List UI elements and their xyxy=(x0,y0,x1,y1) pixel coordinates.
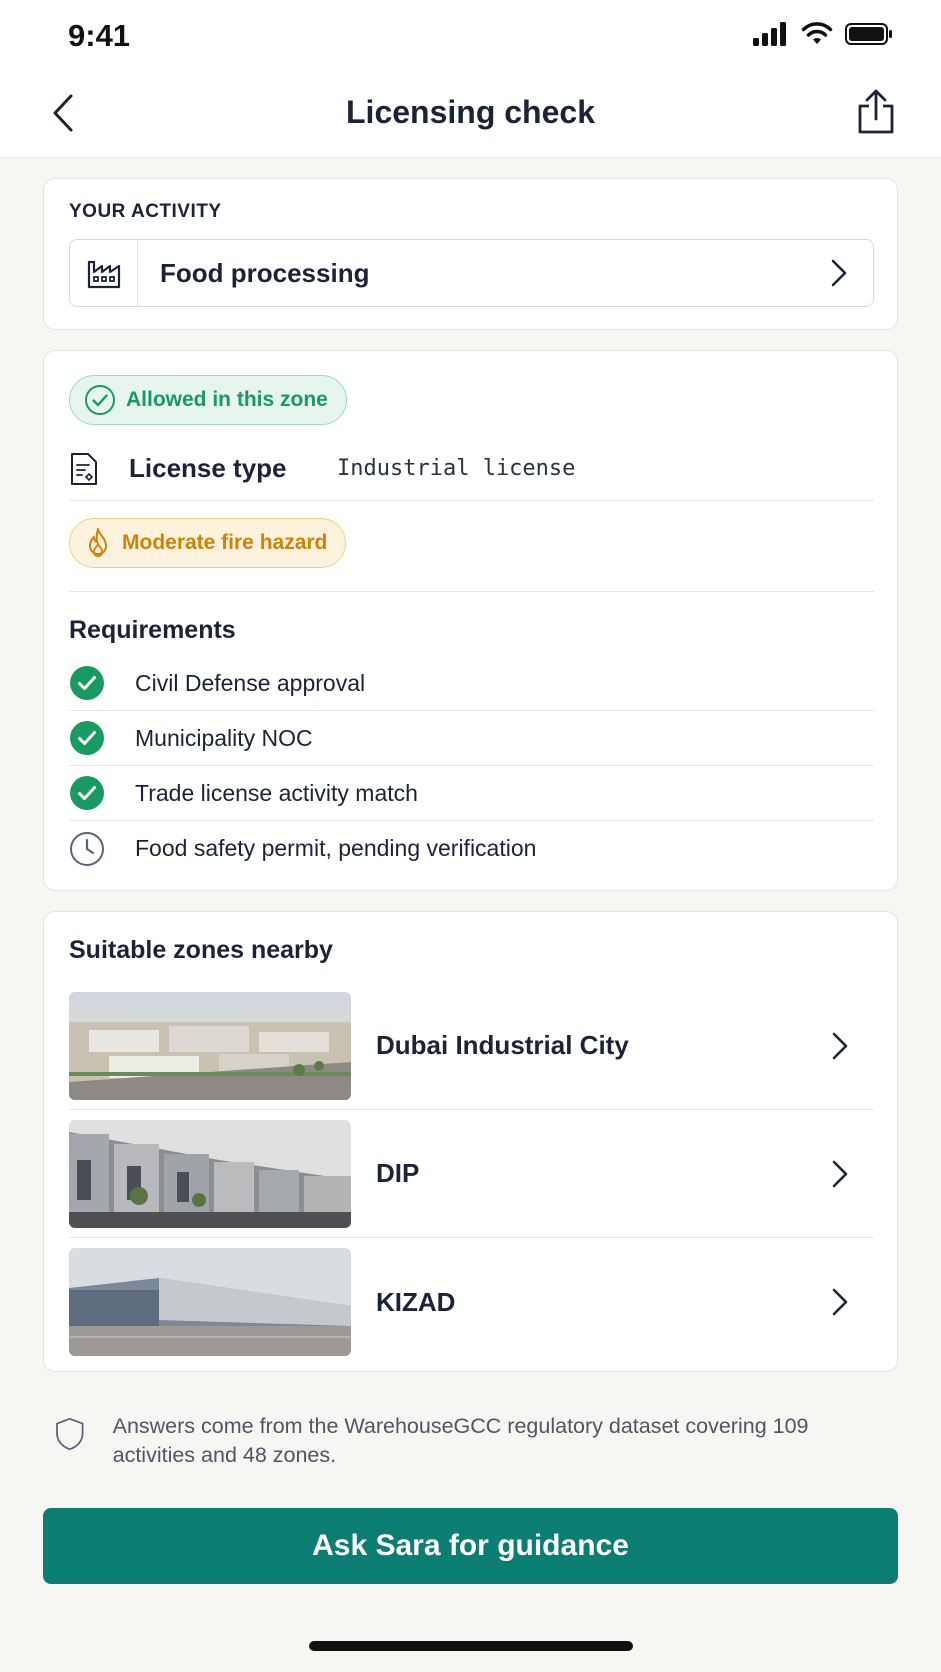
license-type-label: License type xyxy=(129,453,287,483)
nav-bar: Licensing check xyxy=(0,70,941,158)
requirements-list: Civil Defense approval Municipality NOC … xyxy=(69,656,874,876)
check-circle-icon xyxy=(85,385,115,415)
document-icon xyxy=(71,452,97,485)
requirement-item: Civil Defense approval xyxy=(69,656,874,711)
zone-name: Dubai Industrial City xyxy=(376,1030,629,1060)
zone-name: KIZAD xyxy=(376,1286,456,1317)
dataset-footnote: Answers come from the WarehouseGCC regul… xyxy=(53,1412,853,1470)
activity-card: YOUR ACTIVITY Food processing xyxy=(43,178,898,330)
requirement-item: Municipality NOC xyxy=(69,711,874,766)
requirement-text: Civil Defense approval xyxy=(135,669,366,696)
shield-icon xyxy=(56,1417,84,1451)
license-type-row: License type Industrial license xyxy=(69,437,874,501)
hazard-text: Moderate fire hazard xyxy=(122,531,328,554)
zone-item-dubai-industrial-city[interactable]: Dubai Industrial City xyxy=(69,982,874,1110)
requirement-item: Food safety permit, pending verification xyxy=(69,821,874,876)
chevron-right-icon xyxy=(819,253,859,293)
activity-section-label: YOUR ACTIVITY xyxy=(69,201,222,222)
requirement-text: Municipality NOC xyxy=(135,724,313,751)
factory-icon xyxy=(87,260,120,289)
flame-icon xyxy=(89,528,107,557)
zone-status-badge: Allowed in this zone xyxy=(69,375,347,425)
zones-card: Suitable zones nearby Dubai Industrial C… xyxy=(43,911,898,1372)
status-time: 9:41 xyxy=(68,18,131,53)
zone-status-text: Allowed in this zone xyxy=(126,388,328,411)
chevron-right-icon xyxy=(820,1282,860,1322)
share-icon xyxy=(858,89,894,134)
requirements-title: Requirements xyxy=(69,616,236,644)
requirement-text: Trade license activity match xyxy=(135,779,418,806)
zone-item-dip[interactable]: DIP xyxy=(69,1110,874,1238)
battery-icon xyxy=(845,23,892,45)
share-button[interactable] xyxy=(851,86,901,138)
status-bar: 9:41 xyxy=(0,0,941,70)
divider xyxy=(69,591,874,592)
zones-title: Suitable zones nearby xyxy=(69,936,333,964)
zone-image xyxy=(69,991,351,1100)
license-card: Allowed in this zone License type Indust… xyxy=(43,350,898,891)
chevron-right-icon xyxy=(820,1026,860,1066)
check-filled-icon xyxy=(69,775,105,811)
requirement-text: Food safety permit, pending verification xyxy=(135,835,537,861)
footnote-text: Answers come from the WarehouseGCC regul… xyxy=(112,1414,809,1467)
activity-value: Food processing xyxy=(160,257,370,288)
zone-name: DIP xyxy=(376,1158,420,1188)
hazard-badge: Moderate fire hazard xyxy=(69,518,347,568)
zone-item-kizad[interactable]: KIZAD xyxy=(69,1238,874,1366)
activity-selector[interactable]: Food processing xyxy=(69,239,874,307)
license-type-value: Industrial license xyxy=(337,456,576,481)
clock-icon xyxy=(69,831,105,867)
wifi-icon xyxy=(801,22,833,44)
check-filled-icon xyxy=(69,720,105,756)
chevron-right-icon xyxy=(820,1154,860,1194)
home-indicator xyxy=(309,1641,633,1651)
ask-sara-button[interactable]: Ask Sara for guidance xyxy=(43,1508,898,1584)
zone-image xyxy=(69,1248,351,1356)
check-filled-icon xyxy=(69,665,105,701)
status-icons xyxy=(753,22,893,46)
activity-icon-box xyxy=(70,240,138,306)
page-title: Licensing check xyxy=(346,94,595,130)
zone-list: Dubai Industrial City DIP KIZAD xyxy=(69,982,874,1366)
requirement-item: Trade license activity match xyxy=(69,766,874,821)
cellular-signal-icon xyxy=(753,22,786,46)
zone-image xyxy=(69,1119,351,1228)
